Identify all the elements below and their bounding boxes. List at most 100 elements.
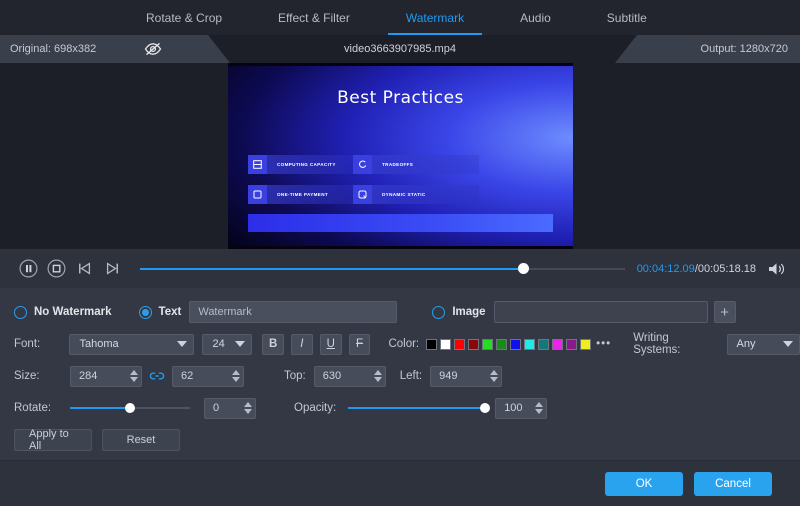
font-size-value: 24 [212, 338, 224, 350]
color-swatch-10[interactable] [566, 339, 577, 350]
opacity-stepper[interactable]: 100 [495, 398, 547, 419]
volume-icon[interactable] [764, 257, 790, 281]
stepper-down-icon[interactable] [374, 377, 382, 382]
watermark-height-stepper[interactable]: 62 [172, 366, 244, 387]
geometry-row: Size: 284 62 Top: 630 Left: [0, 364, 800, 388]
font-row: Font: Tahoma 24 B I U F Color: ••• Writi… [0, 332, 800, 356]
output-resolution-label: Output: 1280x720 [701, 43, 788, 55]
stepper-up-icon[interactable] [232, 370, 240, 375]
bold-button[interactable]: B [262, 334, 284, 355]
stepper-arrows[interactable] [244, 402, 252, 414]
dialog-footer: OK Cancel [0, 460, 800, 506]
slide-feature-label: DYNAMIC STATIC [382, 192, 426, 197]
italic-button[interactable]: I [291, 334, 313, 355]
radio-no-watermark[interactable] [14, 306, 27, 319]
opacity-slider[interactable] [348, 400, 485, 416]
tab-watermark[interactable]: Watermark [378, 0, 492, 35]
stepper-up-icon[interactable] [130, 370, 138, 375]
stepper-up-icon[interactable] [244, 402, 252, 407]
slide-accent-bar [248, 214, 553, 232]
ok-button[interactable]: OK [605, 472, 683, 496]
next-frame-button[interactable] [100, 257, 124, 281]
color-swatch-0[interactable] [426, 339, 437, 350]
stepper-arrows[interactable] [535, 402, 543, 414]
opacity-slider-knob[interactable] [480, 403, 490, 413]
writing-systems-select[interactable]: Any [727, 334, 800, 355]
color-swatch-5[interactable] [496, 339, 507, 350]
tab-audio[interactable]: Audio [492, 0, 579, 35]
seek-slider[interactable] [140, 259, 625, 279]
stepper-down-icon[interactable] [244, 409, 252, 414]
gauge-icon [353, 185, 372, 204]
radio-image-watermark[interactable] [432, 306, 445, 319]
font-family-select[interactable]: Tahoma [69, 334, 194, 355]
top-label: Top: [284, 370, 306, 382]
stepper-down-icon[interactable] [232, 377, 240, 382]
pause-button[interactable] [16, 257, 40, 281]
stepper-arrows[interactable] [232, 370, 240, 382]
color-swatch-2[interactable] [454, 339, 465, 350]
no-watermark-label: No Watermark [34, 306, 112, 318]
stepper-arrows[interactable] [374, 370, 382, 382]
seek-knob[interactable] [518, 263, 529, 274]
watermark-left-stepper[interactable]: 949 [430, 366, 502, 387]
rotate-stepper[interactable]: 0 [204, 398, 256, 419]
watermark-text-input[interactable]: Watermark [189, 301, 397, 323]
color-swatch-11[interactable] [580, 339, 591, 350]
tab-effect-filter[interactable]: Effect & Filter [250, 0, 378, 35]
stepper-up-icon[interactable] [535, 402, 543, 407]
stepper-down-icon[interactable] [130, 377, 138, 382]
color-swatch-6[interactable] [510, 339, 521, 350]
watermark-settings-panel: No Watermark Text Watermark Image + Font… [0, 288, 800, 460]
previous-frame-button[interactable] [72, 257, 96, 281]
stop-button[interactable] [44, 257, 68, 281]
watermark-width-value: 284 [79, 370, 97, 382]
rotate-slider-fill [70, 407, 130, 409]
watermark-top-stepper[interactable]: 630 [314, 366, 386, 387]
text-watermark-label: Text [159, 306, 182, 318]
color-label: Color: [388, 338, 419, 350]
tab-subtitle[interactable]: Subtitle [579, 0, 675, 35]
slide-feature-label: TRADEOFFS [382, 162, 413, 167]
color-swatch-1[interactable] [440, 339, 451, 350]
color-swatch-7[interactable] [524, 339, 535, 350]
color-swatch-8[interactable] [538, 339, 549, 350]
slide-feature-label: ONE-TIME PAYMENT [277, 192, 328, 197]
rotate-slider[interactable] [70, 400, 190, 416]
stepper-down-icon[interactable] [535, 409, 543, 414]
stepper-up-icon[interactable] [490, 370, 498, 375]
writing-systems-value: Any [737, 338, 756, 350]
chevron-down-icon [177, 341, 187, 347]
stepper-up-icon[interactable] [374, 370, 382, 375]
tab-label: Audio [520, 11, 551, 25]
watermark-width-stepper[interactable]: 284 [70, 366, 142, 387]
actions-row: Apply to All Reset [0, 428, 800, 452]
link-icon[interactable] [149, 370, 165, 382]
tab-rotate-crop[interactable]: Rotate & Crop [118, 0, 250, 35]
size-label: Size: [14, 370, 70, 382]
stepper-arrows[interactable] [490, 370, 498, 382]
more-colors-button[interactable]: ••• [596, 338, 611, 350]
font-family-value: Tahoma [79, 338, 118, 350]
apply-to-all-button[interactable]: Apply to All [14, 429, 92, 451]
video-canvas[interactable]: Best Practices COMPUTING CAPACITY TRADEO… [228, 63, 573, 249]
opacity-slider-fill [348, 407, 485, 409]
rotate-label: Rotate: [14, 402, 70, 414]
opacity-label: Opacity: [294, 402, 336, 414]
font-size-select[interactable]: 24 [202, 334, 252, 355]
cancel-button[interactable]: Cancel [694, 472, 772, 496]
color-swatch-3[interactable] [468, 339, 479, 350]
radio-text-watermark[interactable] [139, 306, 152, 319]
slide-title: Best Practices [228, 88, 573, 108]
stepper-down-icon[interactable] [490, 377, 498, 382]
eye-off-icon[interactable] [144, 42, 162, 56]
color-swatch-9[interactable] [552, 339, 563, 350]
color-swatch-4[interactable] [482, 339, 493, 350]
stepper-arrows[interactable] [130, 370, 138, 382]
reset-button[interactable]: Reset [102, 429, 180, 451]
rotate-slider-knob[interactable] [125, 403, 135, 413]
plus-icon[interactable]: + [714, 301, 736, 323]
underline-button[interactable]: U [320, 334, 342, 355]
strikethrough-button[interactable]: F [349, 334, 371, 355]
watermark-image-input[interactable] [494, 301, 708, 323]
